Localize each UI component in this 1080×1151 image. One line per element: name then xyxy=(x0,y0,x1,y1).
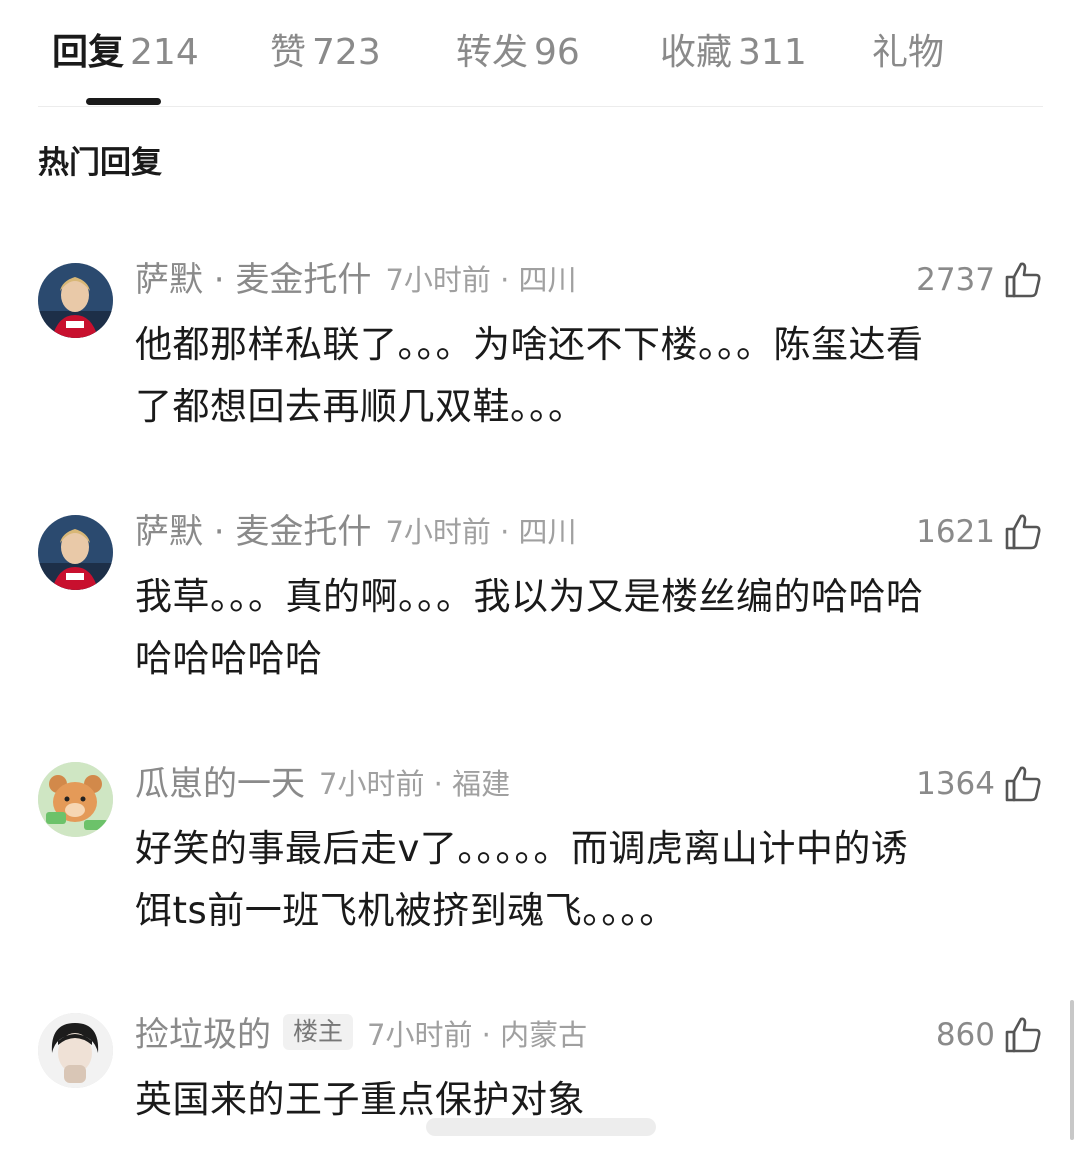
tab-favorites[interactable]: 收藏 311 xyxy=(660,30,807,76)
timestamp-location: 7小时前 · 内蒙古 xyxy=(367,1018,588,1052)
watermark-logo xyxy=(426,1118,656,1136)
thumbs-up-icon xyxy=(1005,262,1041,298)
username[interactable]: 萨默 · 麦金托什 xyxy=(135,512,371,552)
comment-text: 他都那样私联了。。。为啥还不下楼。。。陈玺达看 了都想回去再顺几双鞋。。。 xyxy=(135,314,1035,438)
tab-count: 214 xyxy=(130,32,199,73)
comment-line: 好笑的事最后走v了。。。。。而调虎离山计中的诱 xyxy=(135,827,909,870)
op-badge: 楼主 xyxy=(283,1014,354,1050)
like-count: 2737 xyxy=(916,262,995,298)
swimmer-avatar[interactable] xyxy=(38,263,113,338)
timestamp-location: 7小时前 · 四川 xyxy=(385,263,577,297)
tab-replies[interactable]: 回复 214 xyxy=(52,30,199,76)
comment-line: 哈哈哈哈哈 xyxy=(135,637,323,680)
username[interactable]: 捡垃圾的 xyxy=(135,1015,271,1055)
like-button[interactable]: 2737 xyxy=(916,258,1043,302)
tab-likes[interactable]: 赞 723 xyxy=(270,30,381,76)
like-count: 860 xyxy=(935,1017,995,1053)
comment-text: 好笑的事最后走v了。。。。。而调虎离山计中的诱 饵ts前一班飞机被挤到魂飞。。。… xyxy=(135,818,1035,942)
tab-bar: 回复 214 赞 723 转发 96 收藏 311 礼物 xyxy=(38,0,1043,107)
portrait-avatar[interactable] xyxy=(38,1013,113,1088)
comment-meta: 萨默 · 麦金托什 7小时前 · 四川 xyxy=(135,258,577,302)
comment-line: 他都那样私联了。。。为啥还不下楼。。。陈玺达看 xyxy=(135,323,924,366)
tab-count: 96 xyxy=(534,32,580,73)
tab-count: 311 xyxy=(738,32,807,73)
comment-line: 我草。。。真的啊。。。我以为又是楼丝编的哈哈哈 xyxy=(135,575,924,618)
scrollbar[interactable] xyxy=(1070,1000,1074,1140)
like-button[interactable]: 1621 xyxy=(916,510,1043,554)
thumbs-up-icon xyxy=(1005,766,1041,802)
username[interactable]: 瓜崽的一天 xyxy=(135,764,305,804)
tab-label: 礼物 xyxy=(872,32,945,73)
active-tab-indicator xyxy=(86,98,161,105)
tab-reposts[interactable]: 转发 96 xyxy=(456,30,580,76)
tab-gifts[interactable]: 礼物 xyxy=(872,30,944,76)
comment-line: 饵ts前一班飞机被挤到魂飞。。。。 xyxy=(135,889,677,932)
comment-line: 了都想回去再顺几双鞋。。。 xyxy=(135,385,586,428)
like-button[interactable]: 1364 xyxy=(916,762,1043,806)
tab-label: 回复 xyxy=(52,32,125,73)
section-title: 热门回复 xyxy=(38,145,162,181)
swimmer-avatar[interactable] xyxy=(38,515,113,590)
comment-text: 我草。。。真的啊。。。我以为又是楼丝编的哈哈哈 哈哈哈哈哈 xyxy=(135,566,1035,690)
tab-label: 赞 xyxy=(270,32,307,73)
comment-meta: 瓜崽的一天 7小时前 · 福建 xyxy=(135,762,510,806)
tab-count: 723 xyxy=(312,32,381,73)
username[interactable]: 萨默 · 麦金托什 xyxy=(135,260,371,300)
thumbs-up-icon xyxy=(1005,1017,1041,1053)
thumbs-up-icon xyxy=(1005,514,1041,550)
comment-meta: 萨默 · 麦金托什 7小时前 · 四川 xyxy=(135,510,577,554)
like-count: 1621 xyxy=(916,514,995,550)
tab-label: 收藏 xyxy=(660,32,733,73)
cartoon-bear-avatar[interactable] xyxy=(38,762,113,837)
timestamp-location: 7小时前 · 四川 xyxy=(385,515,577,549)
comment-meta: 捡垃圾的 楼主 7小时前 · 内蒙古 xyxy=(135,1013,587,1057)
like-count: 1364 xyxy=(916,766,995,802)
timestamp-location: 7小时前 · 福建 xyxy=(319,767,511,801)
like-button[interactable]: 860 xyxy=(936,1013,1043,1057)
tab-label: 转发 xyxy=(456,32,529,73)
